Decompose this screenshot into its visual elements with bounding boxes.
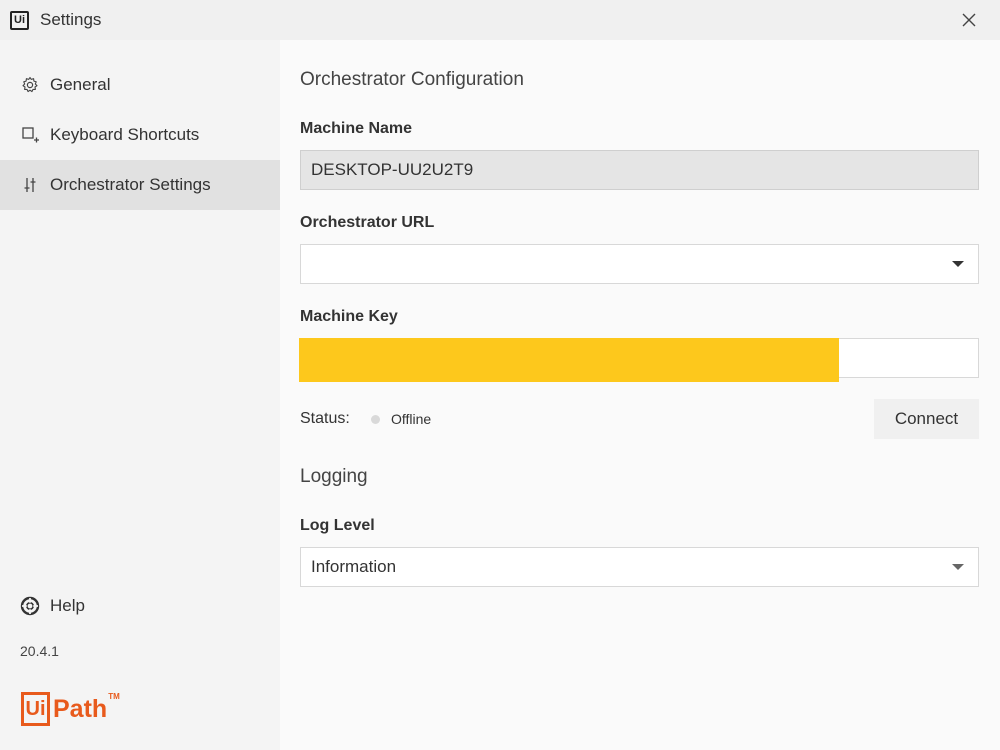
sidebar-item-help[interactable]: Help: [0, 581, 280, 631]
uipath-logo-text: Path: [53, 695, 108, 723]
machine-key-label: Machine Key: [300, 308, 398, 325]
status-label: Status:: [300, 410, 350, 427]
version-label: 20.4.1: [20, 643, 59, 659]
log-level-dropdown[interactable]: Information: [300, 547, 979, 587]
trademark-mark: TM: [108, 692, 120, 701]
chevron-down-icon: [952, 564, 964, 570]
chevron-down-icon: [952, 261, 964, 267]
sidebar-item-general[interactable]: General: [0, 60, 280, 110]
close-button[interactable]: [954, 6, 984, 34]
app-logo-icon: Ui: [10, 11, 29, 30]
sidebar-item-label: Keyboard Shortcuts: [50, 125, 200, 144]
help-lifebuoy-icon: [20, 596, 40, 616]
sidebar-item-orchestrator-settings[interactable]: Orchestrator Settings: [0, 160, 280, 210]
window-title: Settings: [40, 10, 102, 29]
close-icon: [962, 13, 976, 27]
settings-panel: Orchestrator Configuration Machine Name …: [280, 40, 1000, 750]
logging-title: Logging: [300, 466, 368, 487]
app-logo-text: Ui: [14, 14, 25, 26]
keyboard-shortcut-icon: [20, 125, 40, 145]
title-bar: Ui Settings: [0, 0, 1000, 40]
orchestrator-url-dropdown[interactable]: [300, 244, 979, 284]
orchestrator-url-label: Orchestrator URL: [300, 214, 435, 231]
redaction-block: [299, 338, 839, 382]
sliders-icon: [20, 175, 40, 195]
status-value: Offline: [391, 411, 432, 427]
sidebar: General Keyboard Shortcuts Orchestrator …: [0, 40, 280, 750]
uipath-logo-box: Ui: [21, 692, 50, 726]
sidebar-item-keyboard-shortcuts[interactable]: Keyboard Shortcuts: [0, 110, 280, 160]
gear-icon: [20, 75, 40, 95]
status-indicator-dot: [371, 415, 380, 424]
machine-name-value: DESKTOP-UU2U2T9: [311, 160, 474, 179]
help-label: Help: [50, 596, 85, 615]
log-level-value: Information: [311, 557, 397, 576]
connect-button[interactable]: Connect: [874, 399, 979, 439]
uipath-logo: Ui Path TM: [21, 692, 120, 732]
log-level-label: Log Level: [300, 517, 375, 534]
machine-name-field: DESKTOP-UU2U2T9: [300, 150, 979, 190]
orchestrator-configuration-title: Orchestrator Configuration: [300, 69, 524, 90]
sidebar-item-label: General: [50, 75, 111, 94]
sidebar-item-label: Orchestrator Settings: [50, 175, 211, 194]
machine-name-label: Machine Name: [300, 120, 413, 137]
